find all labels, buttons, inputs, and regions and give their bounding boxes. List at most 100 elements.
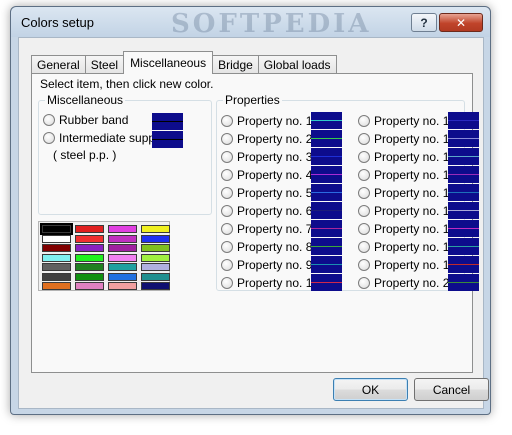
radio-indicator[interactable] (221, 223, 233, 235)
radio-property-16[interactable]: Property no. 16 (358, 204, 456, 218)
palette-color-chip[interactable] (75, 244, 104, 252)
palette-color-chip[interactable] (75, 272, 104, 281)
radio-property-7[interactable]: Property no. 7 (221, 222, 312, 236)
radio-indicator[interactable] (358, 169, 370, 181)
palette-color-chip[interactable] (108, 234, 137, 243)
radio-indicator[interactable] (358, 133, 370, 145)
ok-button[interactable]: OK (333, 378, 408, 401)
property-17-color-swatch[interactable] (448, 220, 479, 237)
rubber-band-color-swatch[interactable] (152, 113, 183, 130)
palette-color-chip[interactable] (141, 234, 170, 243)
palette-color-chip[interactable] (108, 282, 137, 290)
palette-color-chip[interactable] (42, 272, 71, 281)
radio-property-4[interactable]: Property no. 4 (221, 168, 312, 182)
property-15-color-swatch[interactable] (448, 184, 479, 201)
radio-indicator[interactable] (221, 187, 233, 199)
property-10-color-swatch[interactable] (311, 274, 342, 291)
palette-color-chip[interactable] (141, 263, 170, 271)
cancel-button[interactable]: Cancel (414, 378, 489, 401)
radio-property-1[interactable]: Property no. 1 (221, 114, 312, 128)
palette-color-chip[interactable] (42, 263, 71, 271)
radio-indicator[interactable] (221, 259, 233, 271)
title-bar[interactable]: Colors setup SOFTPEDIA ? ✕ (11, 7, 490, 39)
radio-property-20[interactable]: Property no. 20 (358, 276, 456, 290)
help-button[interactable]: ? (411, 13, 437, 32)
property-1-color-swatch[interactable] (311, 112, 342, 129)
palette-color-chip[interactable] (75, 282, 104, 290)
radio-indicator[interactable] (358, 187, 370, 199)
radio-indicator[interactable] (43, 114, 55, 126)
palette-color-chip[interactable] (42, 253, 71, 262)
radio-property-8[interactable]: Property no. 8 (221, 240, 312, 254)
property-4-color-swatch[interactable] (311, 166, 342, 183)
radio-indicator[interactable] (221, 115, 233, 127)
radio-indicator[interactable] (358, 223, 370, 235)
radio-indicator[interactable] (221, 205, 233, 217)
radio-property-19[interactable]: Property no. 19 (358, 258, 456, 272)
radio-indicator[interactable] (221, 241, 233, 253)
radio-property-3[interactable]: Property no. 3 (221, 150, 312, 164)
radio-property-2[interactable]: Property no. 2 (221, 132, 312, 146)
radio-property-18[interactable]: Property no. 18 (358, 240, 456, 254)
radio-property-12[interactable]: Property no. 12 (358, 132, 456, 146)
radio-indicator[interactable] (221, 151, 233, 163)
radio-property-14[interactable]: Property no. 14 (358, 168, 456, 182)
palette-color-chip[interactable] (42, 234, 71, 243)
palette-color-chip[interactable] (108, 244, 137, 252)
tab-steel[interactable]: Steel (84, 55, 125, 74)
property-8-color-swatch[interactable] (311, 238, 342, 255)
property-3-color-swatch[interactable] (311, 148, 342, 165)
radio-indicator[interactable] (358, 259, 370, 271)
radio-indicator[interactable] (358, 151, 370, 163)
radio-indicator[interactable] (358, 205, 370, 217)
property-2-color-swatch[interactable] (311, 130, 342, 147)
radio-property-17[interactable]: Property no. 17 (358, 222, 456, 236)
radio-indicator[interactable] (221, 277, 233, 289)
property-5-color-swatch[interactable] (311, 184, 342, 201)
radio-property-5[interactable]: Property no. 5 (221, 186, 312, 200)
radio-indicator[interactable] (221, 133, 233, 145)
property-18-color-swatch[interactable] (448, 238, 479, 255)
property-11-color-swatch[interactable] (448, 112, 479, 129)
palette-color-chip[interactable] (108, 263, 137, 271)
tab-general[interactable]: General (31, 55, 86, 74)
property-16-color-swatch[interactable] (448, 202, 479, 219)
palette-color-chip[interactable] (141, 244, 170, 252)
radio-rubber-band[interactable]: Rubber band (43, 113, 128, 127)
palette-color-chip[interactable] (141, 282, 170, 290)
radio-indicator[interactable] (358, 241, 370, 253)
property-13-color-swatch[interactable] (448, 148, 479, 165)
property-6-color-swatch[interactable] (311, 202, 342, 219)
tab-bridge[interactable]: Bridge (212, 55, 259, 74)
palette-color-chip[interactable] (42, 244, 71, 252)
radio-property-11[interactable]: Property no. 11 (358, 114, 455, 128)
radio-indicator[interactable] (358, 277, 370, 289)
palette-color-chip[interactable] (75, 263, 104, 271)
palette-color-chip[interactable] (141, 272, 170, 281)
palette-color-chip[interactable] (108, 253, 137, 262)
palette-color-chip[interactable] (75, 253, 104, 262)
palette-color-chip[interactable] (40, 223, 73, 235)
property-12-color-swatch[interactable] (448, 130, 479, 147)
radio-intermediate-supp[interactable]: Intermediate supp. (43, 131, 158, 145)
property-9-color-swatch[interactable] (311, 256, 342, 273)
close-button[interactable]: ✕ (439, 13, 483, 32)
palette-color-chip[interactable] (42, 282, 71, 290)
tab-global-loads[interactable]: Global loads (257, 55, 337, 74)
palette-color-chip[interactable] (108, 272, 137, 281)
palette-color-chip[interactable] (75, 225, 104, 233)
radio-indicator[interactable] (358, 115, 370, 127)
palette-color-chip[interactable] (108, 225, 137, 233)
radio-indicator[interactable] (221, 169, 233, 181)
radio-property-15[interactable]: Property no. 15 (358, 186, 456, 200)
radio-property-6[interactable]: Property no. 6 (221, 204, 312, 218)
radio-indicator[interactable] (43, 132, 55, 144)
palette-color-chip[interactable] (141, 253, 170, 262)
property-19-color-swatch[interactable] (448, 256, 479, 273)
palette-color-chip[interactable] (141, 225, 170, 233)
property-20-color-swatch[interactable] (448, 274, 479, 291)
radio-property-9[interactable]: Property no. 9 (221, 258, 312, 272)
tab-miscellaneous[interactable]: Miscellaneous (123, 51, 214, 74)
radio-property-10[interactable]: Property no. 10 (221, 276, 319, 290)
property-7-color-swatch[interactable] (311, 220, 342, 237)
